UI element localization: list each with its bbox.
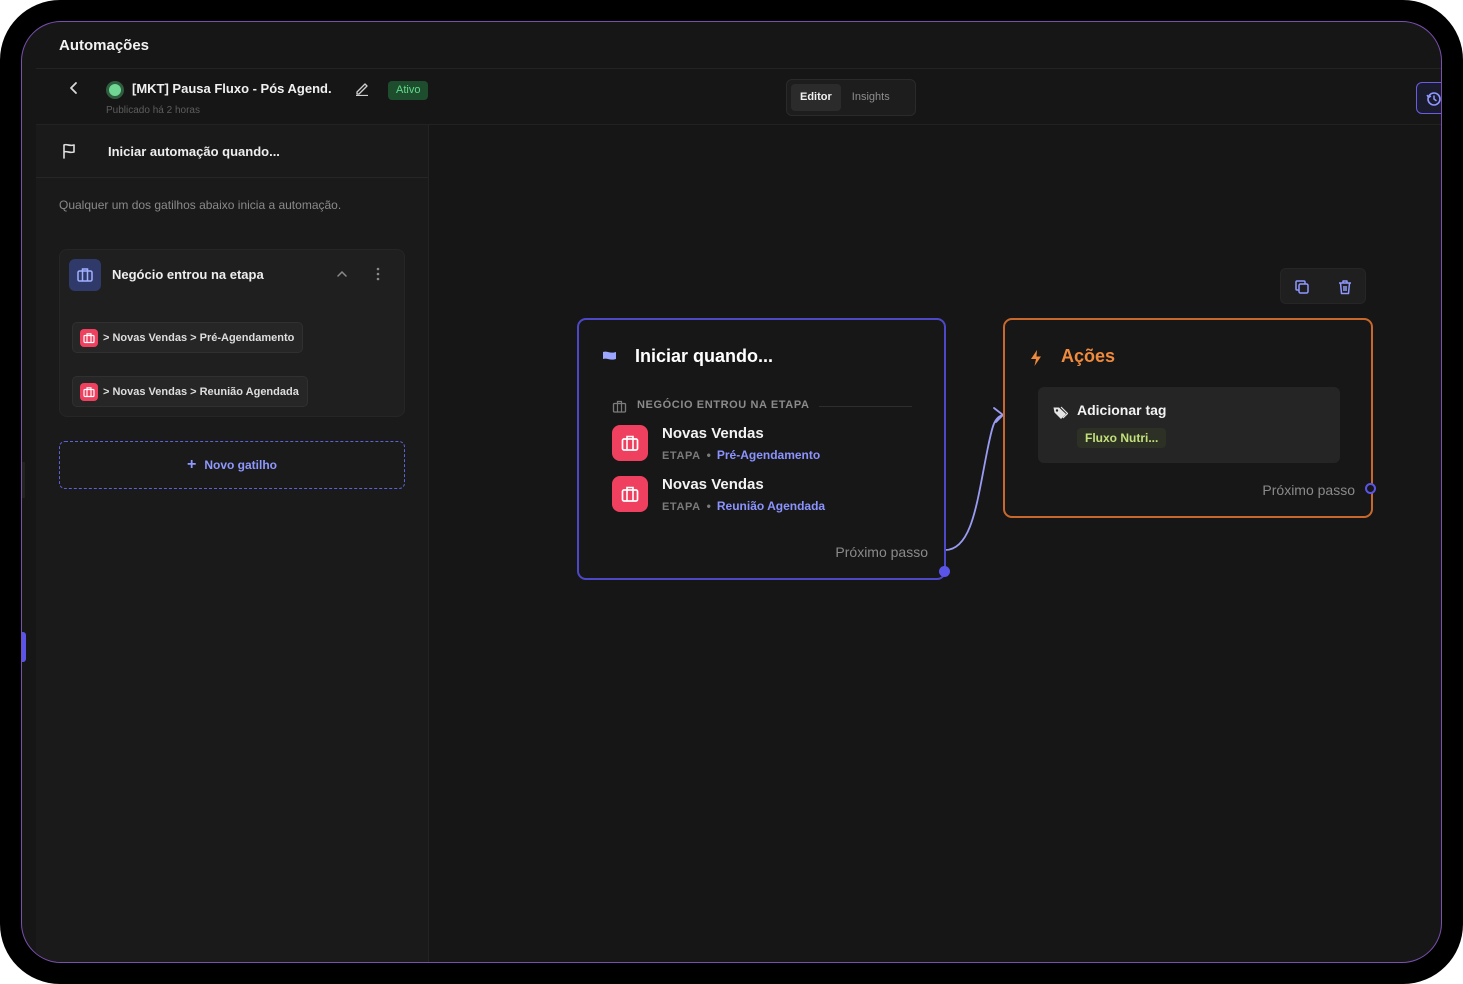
app-screen: Automações [MKT] Pausa Fluxo - Pós Agend… bbox=[21, 21, 1442, 963]
trigger-chip-label: > Novas Vendas > Pré-Agendamento bbox=[103, 331, 295, 344]
copy-icon bbox=[1295, 280, 1309, 294]
collapse-button[interactable] bbox=[335, 267, 349, 281]
history-button[interactable] bbox=[1416, 82, 1441, 114]
history-icon bbox=[1426, 92, 1441, 106]
briefcase-icon bbox=[80, 382, 98, 401]
briefcase-icon bbox=[69, 259, 101, 291]
more-vertical-icon bbox=[376, 267, 380, 281]
trigger-sidebar: Iniciar automação quando... Qualquer um … bbox=[36, 125, 429, 962]
view-tabs: Editor Insights bbox=[786, 79, 916, 116]
node-toolbar bbox=[1280, 268, 1366, 304]
next-step-label: Próximo passo bbox=[835, 544, 928, 560]
tag-badge: Fluxo Nutri... bbox=[1077, 428, 1167, 448]
briefcase-icon bbox=[612, 399, 627, 414]
flow-name[interactable]: [MKT] Pausa Fluxo - Pós Agend. bbox=[132, 81, 332, 96]
start-node-title: Iniciar quando... bbox=[635, 346, 774, 366]
edit-name-button[interactable] bbox=[354, 80, 370, 97]
stage-name[interactable]: Reunião Agendada bbox=[717, 499, 825, 513]
actions-node-title: Ações bbox=[1061, 346, 1116, 366]
sidebar-divider bbox=[36, 177, 428, 178]
start-node-category: NEGÓCIO ENTROU NA ETAPA bbox=[637, 399, 810, 411]
delete-node-button[interactable] bbox=[1336, 278, 1354, 296]
stage-info: ETAPA • Reunião Agendada bbox=[662, 499, 825, 513]
stage-label: ETAPA bbox=[662, 450, 701, 462]
category-divider bbox=[819, 406, 912, 407]
plus-icon: + bbox=[186, 456, 197, 473]
next-step-label: Próximo passo bbox=[1262, 482, 1355, 498]
add-trigger-button[interactable]: + Novo gatilho bbox=[59, 441, 405, 489]
stage-label: ETAPA bbox=[662, 501, 701, 513]
start-node-output-handle[interactable] bbox=[939, 566, 950, 577]
actions-node-output-handle[interactable] bbox=[1365, 483, 1376, 494]
page-title: Automações bbox=[59, 37, 150, 54]
bolt-icon bbox=[1029, 349, 1043, 367]
flag-icon bbox=[60, 142, 78, 160]
start-node[interactable]: Iniciar quando... NEGÓCIO ENTROU NA ETAP… bbox=[577, 318, 946, 580]
tab-editor[interactable]: Editor bbox=[791, 84, 841, 111]
more-options-button[interactable] bbox=[373, 265, 383, 283]
pipeline-name: Novas Vendas bbox=[662, 476, 764, 493]
side-edge-tab-active[interactable] bbox=[22, 632, 26, 662]
actions-node[interactable]: Ações Adicionar tag Fluxo Nutri... Próxi… bbox=[1003, 318, 1373, 518]
published-timestamp: Publicado há 2 horas bbox=[106, 105, 200, 116]
sidebar-title: Iniciar automação quando... bbox=[108, 144, 280, 159]
stage-info: ETAPA • Pré-Agendamento bbox=[662, 448, 820, 462]
separator-dot: • bbox=[706, 499, 711, 513]
briefcase-icon bbox=[80, 328, 98, 347]
trash-icon bbox=[1339, 280, 1351, 295]
back-button[interactable] bbox=[66, 80, 82, 96]
action-title: Adicionar tag bbox=[1077, 402, 1167, 418]
duplicate-node-button[interactable] bbox=[1293, 278, 1311, 296]
briefcase-icon bbox=[612, 476, 648, 512]
trigger-chip[interactable]: > Novas Vendas > Pré-Agendamento bbox=[72, 322, 304, 353]
flag-icon bbox=[601, 350, 618, 366]
chevron-up-icon bbox=[337, 270, 347, 277]
trigger-title: Negócio entrou na etapa bbox=[112, 267, 264, 282]
tag-icon bbox=[1052, 405, 1069, 421]
status-indicator bbox=[106, 81, 124, 99]
pipeline-name: Novas Vendas bbox=[662, 425, 764, 442]
chevron-left-icon bbox=[70, 82, 77, 94]
sidebar-description: Qualquer um dos gatilhos abaixo inicia a… bbox=[59, 198, 342, 212]
trigger-chip-label: > Novas Vendas > Reunião Agendada bbox=[103, 385, 299, 398]
device-frame: Automações [MKT] Pausa Fluxo - Pós Agend… bbox=[0, 0, 1463, 984]
action-item[interactable]: Adicionar tag Fluxo Nutri... bbox=[1038, 387, 1340, 463]
side-edge-tab bbox=[22, 462, 25, 498]
briefcase-icon bbox=[612, 425, 648, 461]
status-badge: Ativo bbox=[388, 81, 429, 100]
pencil-icon bbox=[356, 83, 368, 97]
trigger-card[interactable]: Negócio entrou na etapa > Novas Vendas >… bbox=[59, 249, 405, 417]
header-divider bbox=[36, 68, 1441, 69]
stage-name[interactable]: Pré-Agendamento bbox=[717, 448, 820, 462]
trigger-chip[interactable]: > Novas Vendas > Reunião Agendada bbox=[72, 376, 308, 407]
separator-dot: • bbox=[706, 448, 711, 462]
add-trigger-label: Novo gatilho bbox=[204, 458, 277, 472]
tab-insights[interactable]: Insights bbox=[843, 84, 899, 111]
